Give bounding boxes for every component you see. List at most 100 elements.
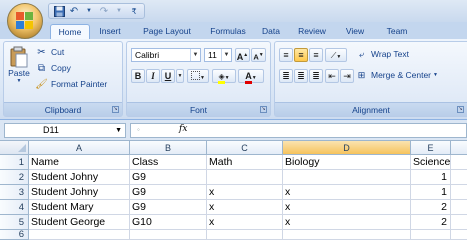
row-header[interactable]: 6 <box>0 230 29 240</box>
table-cell[interactable]: G10 <box>130 215 207 230</box>
table-cell[interactable]: Name <box>29 155 130 170</box>
table-cell[interactable]: 1 <box>411 170 451 185</box>
table-cell[interactable] <box>207 170 283 185</box>
chevron-down-icon[interactable]: ▼ <box>83 5 95 17</box>
wrap-text-button[interactable]: ⤶ Wrap Text <box>355 48 409 60</box>
table-cell[interactable]: 1 <box>411 185 451 200</box>
undo-icon[interactable]: ↶ <box>68 5 80 17</box>
tab-review[interactable]: Review <box>293 24 331 39</box>
table-cell[interactable] <box>29 230 130 240</box>
bold-button[interactable]: B <box>131 69 145 83</box>
save-icon[interactable] <box>53 5 65 17</box>
table-cell[interactable] <box>283 170 411 185</box>
table-cell[interactable]: G9 <box>130 170 207 185</box>
borders-button[interactable]: ▼ <box>187 69 209 83</box>
align-middle-button[interactable]: ≡ <box>294 48 308 62</box>
font-name-select[interactable]: Calibri ▼ <box>131 48 201 62</box>
align-center-button[interactable]: ≣ <box>294 69 308 83</box>
table-cell[interactable] <box>207 230 283 240</box>
select-all-corner[interactable] <box>0 141 29 155</box>
chevron-down-icon[interactable]: ▼ <box>115 124 122 137</box>
table-cell[interactable] <box>451 200 467 215</box>
table-cell[interactable]: 2 <box>411 215 451 230</box>
align-bottom-button[interactable]: ≡ <box>309 48 323 62</box>
table-cell[interactable]: Class <box>130 155 207 170</box>
font-size-select[interactable]: 11 ▼ <box>204 48 232 62</box>
format-painter-button[interactable]: 🖌 Format Painter <box>35 78 107 90</box>
table-cell[interactable]: Student George <box>29 215 130 230</box>
row-header[interactable]: 4 <box>0 200 29 215</box>
shrink-font-button[interactable]: A▼ <box>251 48 266 62</box>
table-cell[interactable] <box>411 230 451 240</box>
underline-button[interactable]: U <box>161 69 175 83</box>
cut-button[interactable]: ✂ Cut <box>35 46 64 58</box>
office-button[interactable] <box>7 3 43 39</box>
tab-data[interactable]: Data <box>258 24 284 39</box>
table-cell[interactable]: Student Mary <box>29 200 130 215</box>
decrease-indent-icon: ⇤ <box>328 71 336 81</box>
tab-insert[interactable]: Insert <box>92 24 128 39</box>
column-header-a[interactable]: A <box>29 141 130 155</box>
dialog-launcher-icon[interactable]: ↘ <box>457 106 464 113</box>
tab-formulas[interactable]: Formulas <box>206 24 250 39</box>
table-cell[interactable]: Student Johny <box>29 185 130 200</box>
table-cell[interactable] <box>130 230 207 240</box>
font-color-button[interactable]: A▼ <box>238 69 264 84</box>
row-header[interactable]: 2 <box>0 170 29 185</box>
table-cell[interactable] <box>451 185 467 200</box>
resize-handle-icon[interactable]: ◦ <box>137 125 140 134</box>
row-header[interactable]: 5 <box>0 215 29 230</box>
italic-button[interactable]: I <box>146 69 160 83</box>
customize-toolbar-icon[interactable]: ₹ <box>128 5 140 17</box>
table-cell[interactable] <box>451 170 467 185</box>
table-cell[interactable]: Biology <box>283 155 411 170</box>
table-cell[interactable]: x <box>207 215 283 230</box>
table-cell[interactable]: Science <box>411 155 451 170</box>
align-left-button[interactable]: ≣ <box>279 69 293 83</box>
table-cell[interactable] <box>283 230 411 240</box>
column-header-b[interactable]: B <box>130 141 207 155</box>
insert-function-icon[interactable]: fx <box>179 124 187 134</box>
copy-button[interactable]: ⧉ Copy <box>35 62 71 74</box>
table-cell[interactable]: x <box>283 215 411 230</box>
paste-button[interactable]: Paste ▼ <box>7 46 31 90</box>
dialog-launcher-icon[interactable]: ↘ <box>260 106 267 113</box>
table-cell[interactable] <box>451 215 467 230</box>
table-cell[interactable]: x <box>207 200 283 215</box>
chevron-down-icon: ▼ <box>190 49 200 61</box>
align-top-button[interactable]: ≡ <box>279 48 293 62</box>
grow-font-button[interactable]: A▲ <box>235 48 250 62</box>
table-cell[interactable] <box>451 230 467 240</box>
table-cell[interactable]: x <box>207 185 283 200</box>
orientation-button[interactable]: ⟋▼ <box>325 48 347 62</box>
row-header[interactable]: 1 <box>0 155 29 170</box>
table-cell[interactable]: Math <box>207 155 283 170</box>
increase-indent-button[interactable]: ⇥ <box>340 69 354 83</box>
tab-page-layout[interactable]: Page Layout <box>138 24 196 39</box>
underline-dropdown[interactable]: ▼ <box>176 69 184 83</box>
name-box[interactable]: D11 ▼ <box>4 123 126 138</box>
table-cell[interactable]: x <box>283 185 411 200</box>
table-cell[interactable]: G9 <box>130 185 207 200</box>
table-cell[interactable]: Student Johny <box>29 170 130 185</box>
merge-center-button[interactable]: ⊞ Merge & Center ▼ <box>355 69 438 81</box>
row-header[interactable]: 3 <box>0 185 29 200</box>
formula-input-area[interactable]: ◦ fx <box>130 123 467 138</box>
column-header-e[interactable]: E <box>411 141 451 155</box>
decrease-indent-button[interactable]: ⇤ <box>325 69 339 83</box>
table-cell[interactable]: 2 <box>411 200 451 215</box>
redo-icon[interactable]: ↷ <box>98 5 110 17</box>
align-right-button[interactable]: ≣ <box>309 69 323 83</box>
chevron-down-icon[interactable]: ▼ <box>113 5 125 17</box>
table-cell[interactable]: G9 <box>130 200 207 215</box>
column-header-c[interactable]: C <box>207 141 283 155</box>
column-header-f[interactable] <box>451 141 467 155</box>
tab-team[interactable]: Team <box>380 24 414 39</box>
fill-color-button[interactable]: ◈▼ <box>212 69 236 84</box>
tab-view[interactable]: View <box>340 24 370 39</box>
column-header-d[interactable]: D <box>283 141 411 155</box>
table-cell[interactable] <box>451 155 467 170</box>
dialog-launcher-icon[interactable]: ↘ <box>112 106 119 113</box>
tab-home[interactable]: Home <box>50 24 90 39</box>
table-cell[interactable]: x <box>283 200 411 215</box>
